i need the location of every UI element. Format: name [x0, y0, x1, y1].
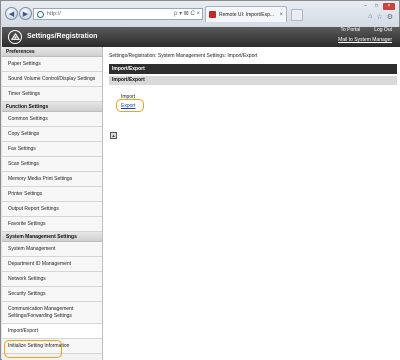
settings-logo-icon	[8, 30, 22, 44]
sidebar-section-function-settings: Function Settings	[2, 102, 102, 112]
logout-link[interactable]: Log Out	[374, 27, 392, 33]
sidebar-item-copy-settings[interactable]: Copy Settings	[2, 127, 102, 142]
maximize-button[interactable]: □	[372, 3, 381, 10]
page-header: Settings/Registration To Portal Log Out …	[2, 27, 400, 47]
page-title: Settings/Registration	[27, 33, 98, 40]
sidebar-item-network-settings[interactable]: Network Settings	[2, 272, 102, 287]
back-arrow-icon[interactable]: ◀	[5, 7, 18, 20]
sidebar-item-common-settings[interactable]: Common Settings	[2, 112, 102, 127]
new-tab-button[interactable]	[291, 9, 303, 21]
forward-arrow-icon[interactable]: ▶	[19, 7, 32, 20]
sidebar-item-printer-settings[interactable]: Printer Settings	[2, 187, 102, 202]
minimize-button[interactable]: –	[361, 3, 370, 10]
sidebar-item-initialize-setting[interactable]: Initialize Setting Information	[2, 339, 102, 354]
sidebar-section-system-management: System Management Settings	[2, 232, 102, 242]
panel-title: Import/Export	[109, 64, 397, 74]
to-portal-link[interactable]: To Portal	[340, 27, 360, 33]
remote-ui-page: Settings/Registration To Portal Log Out …	[2, 27, 400, 360]
browser-tool-icons: ⌂ ☆ ⚙	[368, 13, 393, 21]
address-bar[interactable]: http:// ρ ▾ ⊠ C ×	[33, 8, 203, 20]
sidebar-item-timer-settings[interactable]: Timer Settings	[2, 87, 102, 102]
sidebar-item-memory-media-print[interactable]: Memory Media Print Settings	[2, 172, 102, 187]
tab-label: Remote UI: Import/Exp...	[219, 11, 275, 18]
sidebar-item-communication-management[interactable]: Communication Management Settings/Forwar…	[2, 302, 102, 324]
sidebar-item-sound-volume[interactable]: Sound Volume Control/Display Settings	[2, 72, 102, 87]
sidebar-section-preferences: Preferences	[2, 47, 102, 57]
star-icon[interactable]: ☆	[376, 13, 382, 21]
sidebar-item-department-id[interactable]: Department ID Management	[2, 257, 102, 272]
home-icon[interactable]: ⌂	[368, 13, 372, 21]
sidebar-item-scan-settings[interactable]: Scan Settings	[2, 157, 102, 172]
sidebar-item-fax-settings[interactable]: Fax Settings	[2, 142, 102, 157]
import-link[interactable]: Import	[121, 94, 135, 100]
address-tools[interactable]: ρ ▾ ⊠ C ×	[174, 10, 200, 17]
sidebar-item-security-settings[interactable]: Security Settings	[2, 287, 102, 302]
close-window-button[interactable]: ×	[383, 3, 395, 10]
page-top-icon[interactable]: ▲	[110, 132, 117, 139]
tab-remote-ui[interactable]: Remote UI: Import/Exp... ×	[205, 6, 287, 22]
sidebar-item-system-management[interactable]: System Management	[2, 242, 102, 257]
main-content: Settings/Registration: System Management…	[106, 47, 398, 360]
section-title: Import/Export	[109, 76, 397, 85]
favicon-icon	[209, 11, 216, 18]
ie-logo-icon	[37, 10, 44, 18]
sidebar-item-import-export[interactable]: Import/Export	[2, 324, 102, 339]
browser-toolbar: ◀ ▶ http:// ρ ▾ ⊠ C × Remote UI: Import/…	[1, 1, 399, 27]
sidebar-item-favorite-settings[interactable]: Favorite Settings	[2, 217, 102, 232]
export-link[interactable]: Export	[121, 103, 135, 109]
window-controls: – □ ×	[361, 3, 395, 10]
sidebar-item-paper-settings[interactable]: Paper Settings	[2, 57, 102, 72]
mail-system-manager-link[interactable]: Mail to System Manager	[338, 37, 392, 43]
address-url: http://	[47, 11, 61, 17]
breadcrumb: Settings/Registration: System Management…	[109, 53, 258, 59]
sidebar-item-output-report[interactable]: Output Report Settings	[2, 202, 102, 217]
gear-icon[interactable]: ⚙	[387, 13, 393, 21]
tab-close-icon[interactable]: ×	[279, 12, 286, 18]
sidebar: Preferences Paper Settings Sound Volume …	[2, 47, 103, 360]
browser-window: ◀ ▶ http:// ρ ▾ ⊠ C × Remote UI: Import/…	[0, 0, 400, 360]
